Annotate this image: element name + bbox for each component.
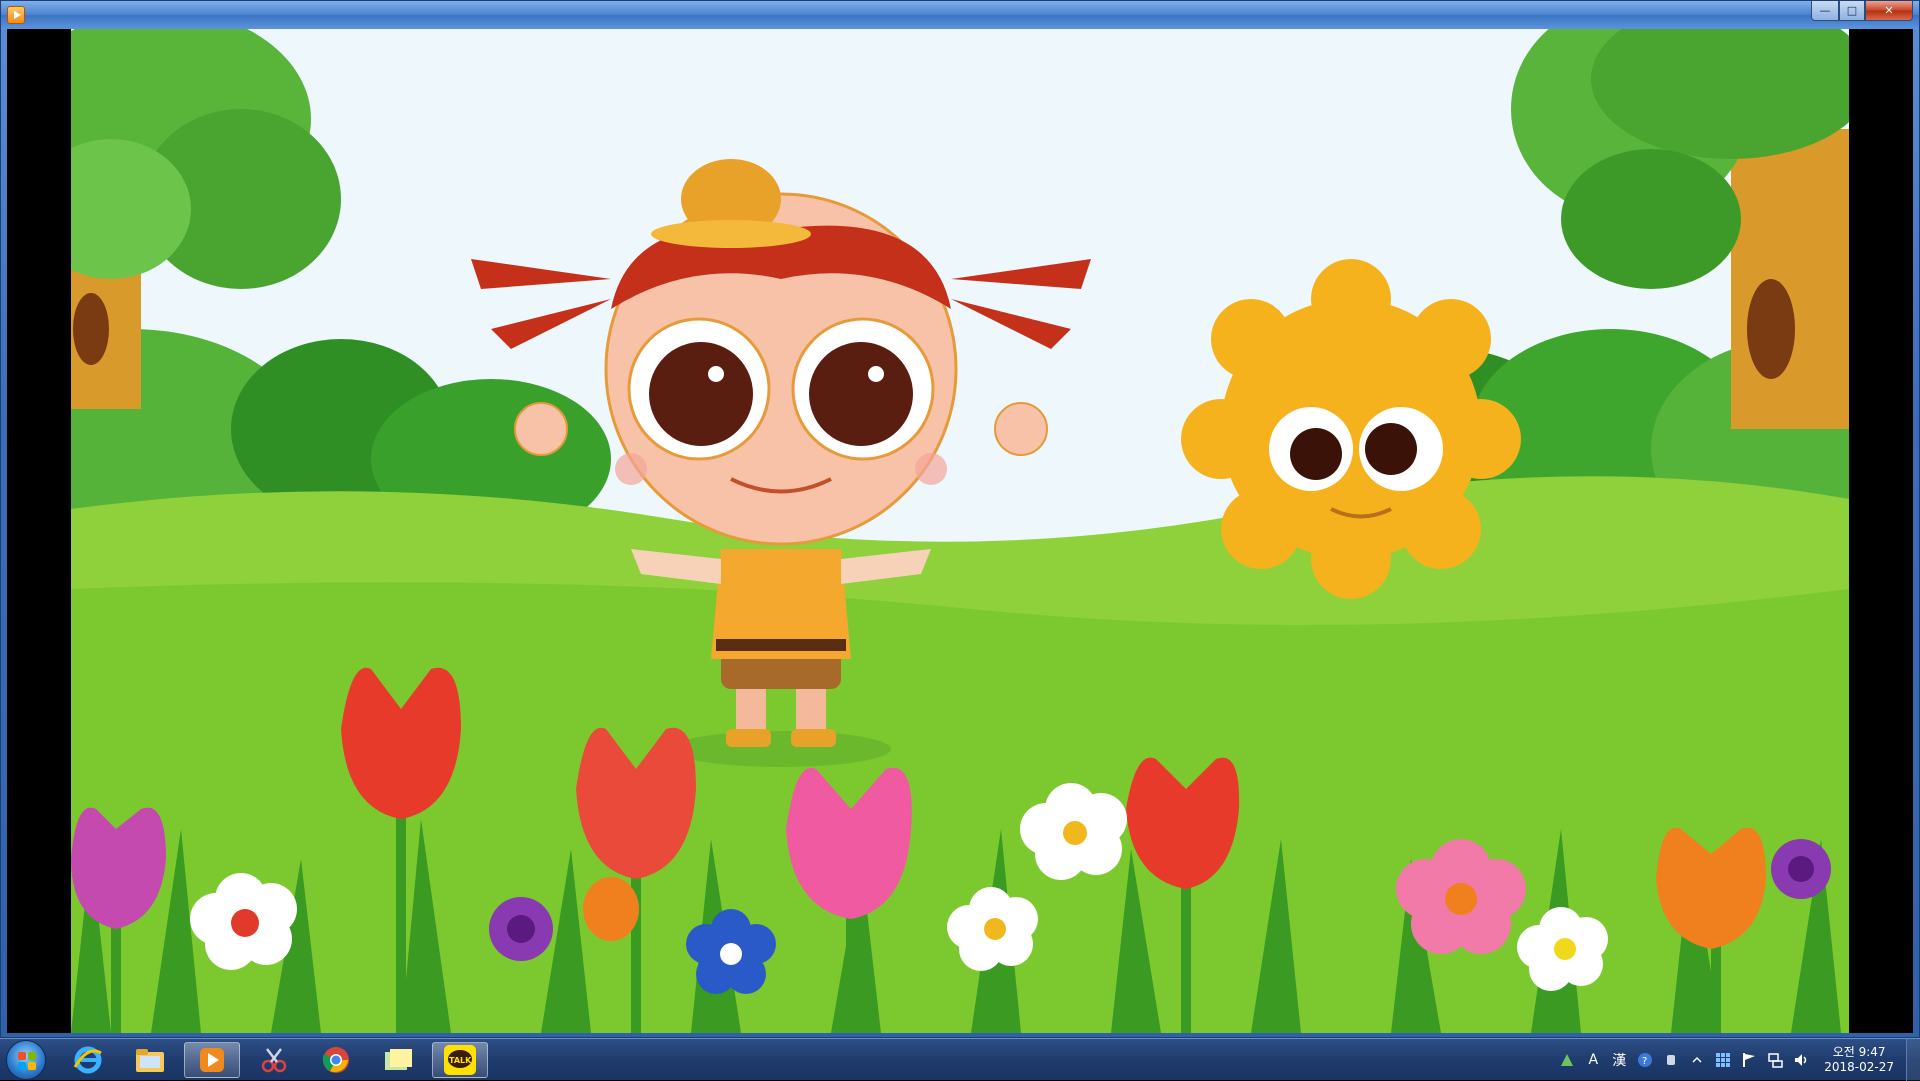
kakaotalk-label: TALK	[449, 1056, 472, 1065]
taskbar: TALK A 漢 ? 오전 9:47 2018-02-27	[0, 1038, 1920, 1081]
help-icon[interactable]: ?	[1636, 1051, 1654, 1069]
scissors-icon	[261, 1048, 287, 1073]
taskbar-media-player[interactable]	[184, 1042, 240, 1078]
network-icon[interactable]	[1766, 1051, 1784, 1069]
purple-flower-2	[1771, 839, 1831, 899]
chrome-icon	[322, 1047, 349, 1073]
media-player-icon	[200, 1048, 224, 1072]
scene-illustration	[71, 29, 1849, 1033]
media-player-window: — □ ✕	[0, 0, 1920, 1038]
system-tray: A 漢 ? 오전 9:47 2018-02-27	[1554, 1039, 1920, 1081]
start-button[interactable]	[6, 1040, 46, 1080]
window-controls: — □ ✕	[1811, 1, 1913, 21]
taskbar-snipping-tool[interactable]	[246, 1042, 302, 1078]
app-grid-icon[interactable]	[1714, 1051, 1732, 1069]
show-desktop-button[interactable]	[1906, 1039, 1920, 1081]
app-icon[interactable]	[7, 6, 25, 24]
close-button[interactable]: ✕	[1865, 1, 1913, 21]
folder-icon	[136, 1049, 164, 1072]
taskbar-internet-explorer[interactable]	[60, 1042, 116, 1078]
ime-settings-icon[interactable]	[1662, 1051, 1680, 1069]
purple-flower-1	[489, 897, 553, 961]
clock-time: 오전 9:47	[1832, 1045, 1886, 1059]
taskbar-kakaotalk[interactable]: TALK	[432, 1042, 488, 1078]
minimize-button[interactable]: —	[1811, 1, 1839, 21]
taskbar-chrome[interactable]	[308, 1042, 364, 1078]
maximize-button[interactable]: □	[1839, 1, 1865, 21]
taskbar-file-explorer[interactable]	[122, 1042, 178, 1078]
title-bar[interactable]: — □ ✕	[1, 1, 1919, 29]
cartoon-scene	[71, 29, 1849, 1033]
video-viewport[interactable]	[7, 29, 1913, 1033]
orange-bud	[583, 877, 639, 941]
action-center-flag-icon[interactable]	[1740, 1051, 1758, 1069]
show-hidden-icons-chevron-icon[interactable]	[1688, 1051, 1706, 1069]
internet-explorer-icon	[73, 1046, 102, 1074]
svg-text:?: ?	[1642, 1056, 1647, 1067]
sun-character	[1181, 259, 1521, 599]
taskbar-sticky-notes[interactable]	[370, 1042, 426, 1078]
ime-a-indicator[interactable]: A	[1584, 1051, 1602, 1069]
system-clock[interactable]: 오전 9:47 2018-02-27	[1824, 1045, 1894, 1075]
clock-date: 2018-02-27	[1824, 1060, 1894, 1074]
sticky-notes-icon	[385, 1049, 412, 1070]
windows-logo-icon	[18, 1052, 36, 1070]
language-bar-icon[interactable]	[1558, 1051, 1576, 1069]
ime-hanja-indicator[interactable]: 漢	[1610, 1051, 1628, 1069]
volume-icon[interactable]	[1792, 1051, 1810, 1069]
